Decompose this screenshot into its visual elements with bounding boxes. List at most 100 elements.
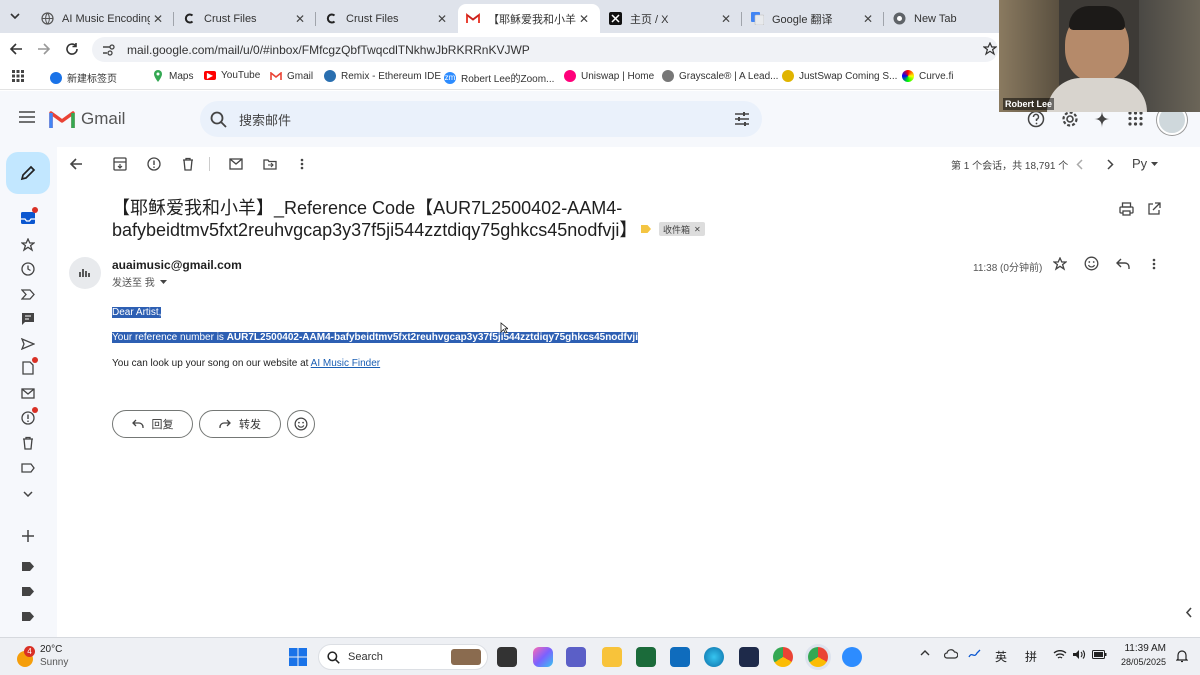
forward-button[interactable]: 转发	[199, 410, 281, 438]
volume-icon[interactable]	[1072, 649, 1086, 660]
mark-unread-icon[interactable]	[227, 155, 245, 173]
reply-arrow-icon[interactable]	[1116, 258, 1130, 270]
gmail-logo[interactable]: Gmail	[49, 109, 125, 129]
bookmark-curve[interactable]: Curve.fi	[902, 70, 953, 82]
bookmark-gmail[interactable]: Gmail	[270, 70, 313, 82]
chat-icon[interactable]	[18, 310, 38, 328]
url-bar[interactable]: mail.google.com/mail/u/0/#inbox/FMfcgzQb…	[92, 37, 998, 62]
input-tools-button[interactable]: Рy	[1132, 156, 1159, 171]
show-hidden-icons-chevron[interactable]	[920, 650, 930, 656]
task-view-icon[interactable]	[497, 647, 517, 667]
tab-google-translate[interactable]: Google 翻译 ✕	[742, 4, 884, 33]
delete-trash-icon[interactable]	[179, 155, 197, 173]
taskbar-date[interactable]: 28/05/2025	[1112, 657, 1166, 667]
sender-email[interactable]: auaimusic@gmail.com	[112, 258, 242, 272]
bookmark-remix[interactable]: Remix - Ethereum IDE	[324, 70, 441, 82]
recipient-details[interactable]: 发送至 我	[112, 274, 167, 289]
ime-mode[interactable]: 拼	[1025, 648, 1037, 665]
site-settings-icon[interactable]	[102, 43, 115, 56]
taskbar-search-box[interactable]: Search	[318, 644, 488, 670]
edge-browser-icon[interactable]	[704, 647, 724, 667]
battery-icon[interactable]	[1092, 650, 1107, 659]
sent-icon[interactable]	[18, 335, 38, 353]
gemini-sparkle-icon[interactable]	[1094, 110, 1110, 128]
photos-app-icon[interactable]	[739, 647, 759, 667]
reload-icon[interactable]	[64, 41, 80, 57]
message-more-icon[interactable]	[1152, 258, 1156, 270]
more-chevron-icon[interactable]	[18, 485, 38, 503]
star-email-icon[interactable]	[1053, 257, 1067, 271]
bookmark-star-icon[interactable]	[982, 41, 998, 57]
create-label-plus-icon[interactable]	[18, 527, 38, 545]
compose-button[interactable]	[6, 152, 50, 194]
tab-close-icon[interactable]: ✕	[434, 12, 450, 26]
file-explorer-icon[interactable]	[602, 647, 622, 667]
help-icon[interactable]	[1027, 110, 1045, 128]
add-reaction-icon[interactable]	[1084, 256, 1099, 271]
label-tag-icon[interactable]	[18, 582, 38, 600]
main-menu-icon[interactable]	[19, 111, 35, 123]
report-spam-icon[interactable]	[145, 155, 163, 173]
ai-music-finder-link[interactable]: AI Music Finder	[311, 358, 380, 369]
tab-close-icon[interactable]: ✕	[292, 12, 308, 26]
weather-widget[interactable]: 4	[14, 646, 36, 668]
notifications-bell-icon[interactable]	[1176, 649, 1188, 663]
chrome-active-icon[interactable]	[808, 647, 828, 667]
tab-close-icon[interactable]: ✕	[718, 12, 734, 26]
more-options-icon[interactable]	[293, 155, 311, 173]
categories-label-icon[interactable]	[18, 459, 38, 477]
important-icon[interactable]	[18, 285, 38, 303]
search-icon[interactable]	[210, 111, 227, 128]
store-icon[interactable]	[636, 647, 656, 667]
search-bar[interactable]: 搜索邮件	[200, 101, 762, 137]
tab-close-icon[interactable]: ✕	[150, 12, 166, 26]
back-to-inbox-icon[interactable]	[67, 155, 85, 173]
open-new-window-icon[interactable]	[1147, 202, 1161, 216]
search-input[interactable]: 搜索邮件	[239, 110, 291, 129]
tab-ai-music-encoding[interactable]: AI Music Encoding R ✕	[32, 4, 174, 33]
tab-new-tab[interactable]: New Tab	[884, 4, 996, 33]
bookmark-new-tab[interactable]: 新建标签页	[50, 70, 117, 85]
forward-arrow-icon[interactable]	[36, 41, 52, 57]
copilot-icon[interactable]	[533, 647, 553, 667]
ime-language[interactable]: 英	[995, 648, 1007, 665]
newer-chevron-icon[interactable]	[1070, 155, 1088, 173]
drafts-icon[interactable]	[18, 357, 38, 377]
google-apps-icon[interactable]	[1128, 111, 1143, 126]
tab-close-icon[interactable]: ✕	[860, 12, 876, 26]
search-options-icon[interactable]	[734, 111, 750, 127]
all-mail-icon[interactable]	[18, 384, 38, 402]
starred-icon[interactable]	[18, 236, 38, 254]
settings-gear-icon[interactable]	[1061, 110, 1079, 128]
remove-label-icon[interactable]: ✕	[694, 225, 701, 234]
tab-x-home[interactable]: 主页 / X ✕	[600, 4, 742, 33]
older-chevron-icon[interactable]	[1101, 155, 1119, 173]
tab-crust-files-2[interactable]: Crust Files ✕	[316, 4, 458, 33]
zoom-taskbar-icon[interactable]	[842, 647, 862, 667]
bookmark-zoom[interactable]: zm Robert Lee的Zoom...	[444, 70, 554, 85]
tab-gmail-active[interactable]: 【耶稣爱我和小羊】_R ✕	[458, 4, 600, 33]
back-arrow-icon[interactable]	[8, 41, 24, 57]
archive-icon[interactable]	[111, 155, 129, 173]
windows-start-icon[interactable]	[288, 647, 308, 667]
onedrive-cloud-icon[interactable]	[944, 649, 958, 659]
inbox-icon[interactable]	[18, 207, 38, 227]
bookmark-maps[interactable]: Maps	[152, 70, 193, 82]
wifi-icon[interactable]	[1053, 649, 1067, 660]
print-icon[interactable]	[1119, 202, 1134, 216]
bookmark-grayscale[interactable]: Grayscale® | A Lead...	[662, 70, 778, 82]
spam-icon[interactable]	[18, 407, 38, 427]
tab-search-chevron-icon[interactable]	[4, 6, 26, 26]
video-call-overlay[interactable]: Robert Lee	[999, 0, 1200, 112]
tab-crust-files-1[interactable]: Crust Files ✕	[174, 4, 316, 33]
taskbar-time[interactable]: 11:39 AM	[1118, 643, 1166, 654]
bookmark-uniswap[interactable]: Uniswap | Home	[564, 70, 654, 82]
inbox-label-chip[interactable]: 收件箱 ✕	[659, 222, 705, 236]
bookmark-youtube[interactable]: ▶ YouTube	[204, 70, 260, 81]
side-panel-chevron-icon[interactable]	[1185, 607, 1193, 618]
teams-icon[interactable]	[566, 647, 586, 667]
move-to-folder-icon[interactable]	[261, 155, 279, 173]
label-tag-icon[interactable]	[18, 607, 38, 625]
tab-close-icon[interactable]: ✕	[576, 12, 592, 26]
bookmark-justswap[interactable]: JustSwap Coming S...	[782, 70, 897, 82]
